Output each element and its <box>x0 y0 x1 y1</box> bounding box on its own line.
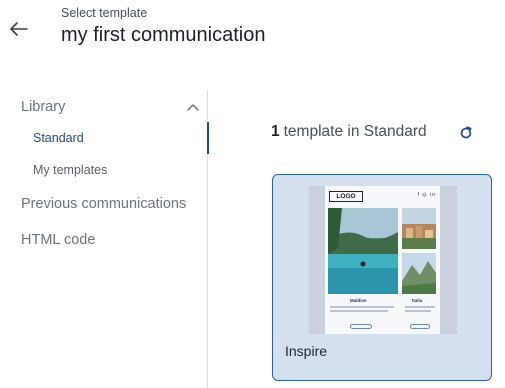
template-card-inspire[interactable]: LOGO f ◎ in Maldive Italia Inspire <box>272 174 492 381</box>
chevron-up-icon <box>187 104 199 111</box>
sidebar-library-toggle[interactable]: Library <box>21 96 199 118</box>
social-icons: f ◎ in <box>417 192 436 198</box>
refresh-icon <box>460 126 472 139</box>
template-count-number: 1 <box>271 123 280 140</box>
thumbnail-logo: LOGO <box>329 191 363 202</box>
page-title: my first communication <box>61 24 266 46</box>
template-count: 1 template in Standard <box>271 123 427 141</box>
template-count-text: template in Standard <box>283 123 427 140</box>
sidebar: Library Standard My templates Previous c… <box>0 90 209 388</box>
back-button[interactable] <box>8 18 30 40</box>
sidebar-item-previous-communications[interactable]: Previous communications <box>21 196 186 212</box>
mountain-photo <box>402 253 436 294</box>
refresh-button[interactable] <box>456 123 476 143</box>
sidebar-item-label: My templates <box>33 163 108 177</box>
sidebar-library-label: Library <box>21 99 66 115</box>
pool-photo <box>328 208 398 294</box>
sidebar-item-standard[interactable]: Standard <box>0 122 209 154</box>
page-subtitle: Select template <box>61 6 148 20</box>
template-name: Inspire <box>285 343 328 359</box>
arrow-left-icon <box>10 22 28 36</box>
thumbnail-caption-right: Italia <box>412 298 423 303</box>
template-thumbnail: LOGO f ◎ in Maldive Italia <box>309 186 457 334</box>
city-photo <box>402 208 436 249</box>
thumbnail-caption-left: Maldive <box>350 298 367 303</box>
sidebar-item-html-code[interactable]: HTML code <box>21 232 95 248</box>
sidebar-item-label: Standard <box>33 131 84 145</box>
sidebar-item-my-templates[interactable]: My templates <box>0 154 208 186</box>
